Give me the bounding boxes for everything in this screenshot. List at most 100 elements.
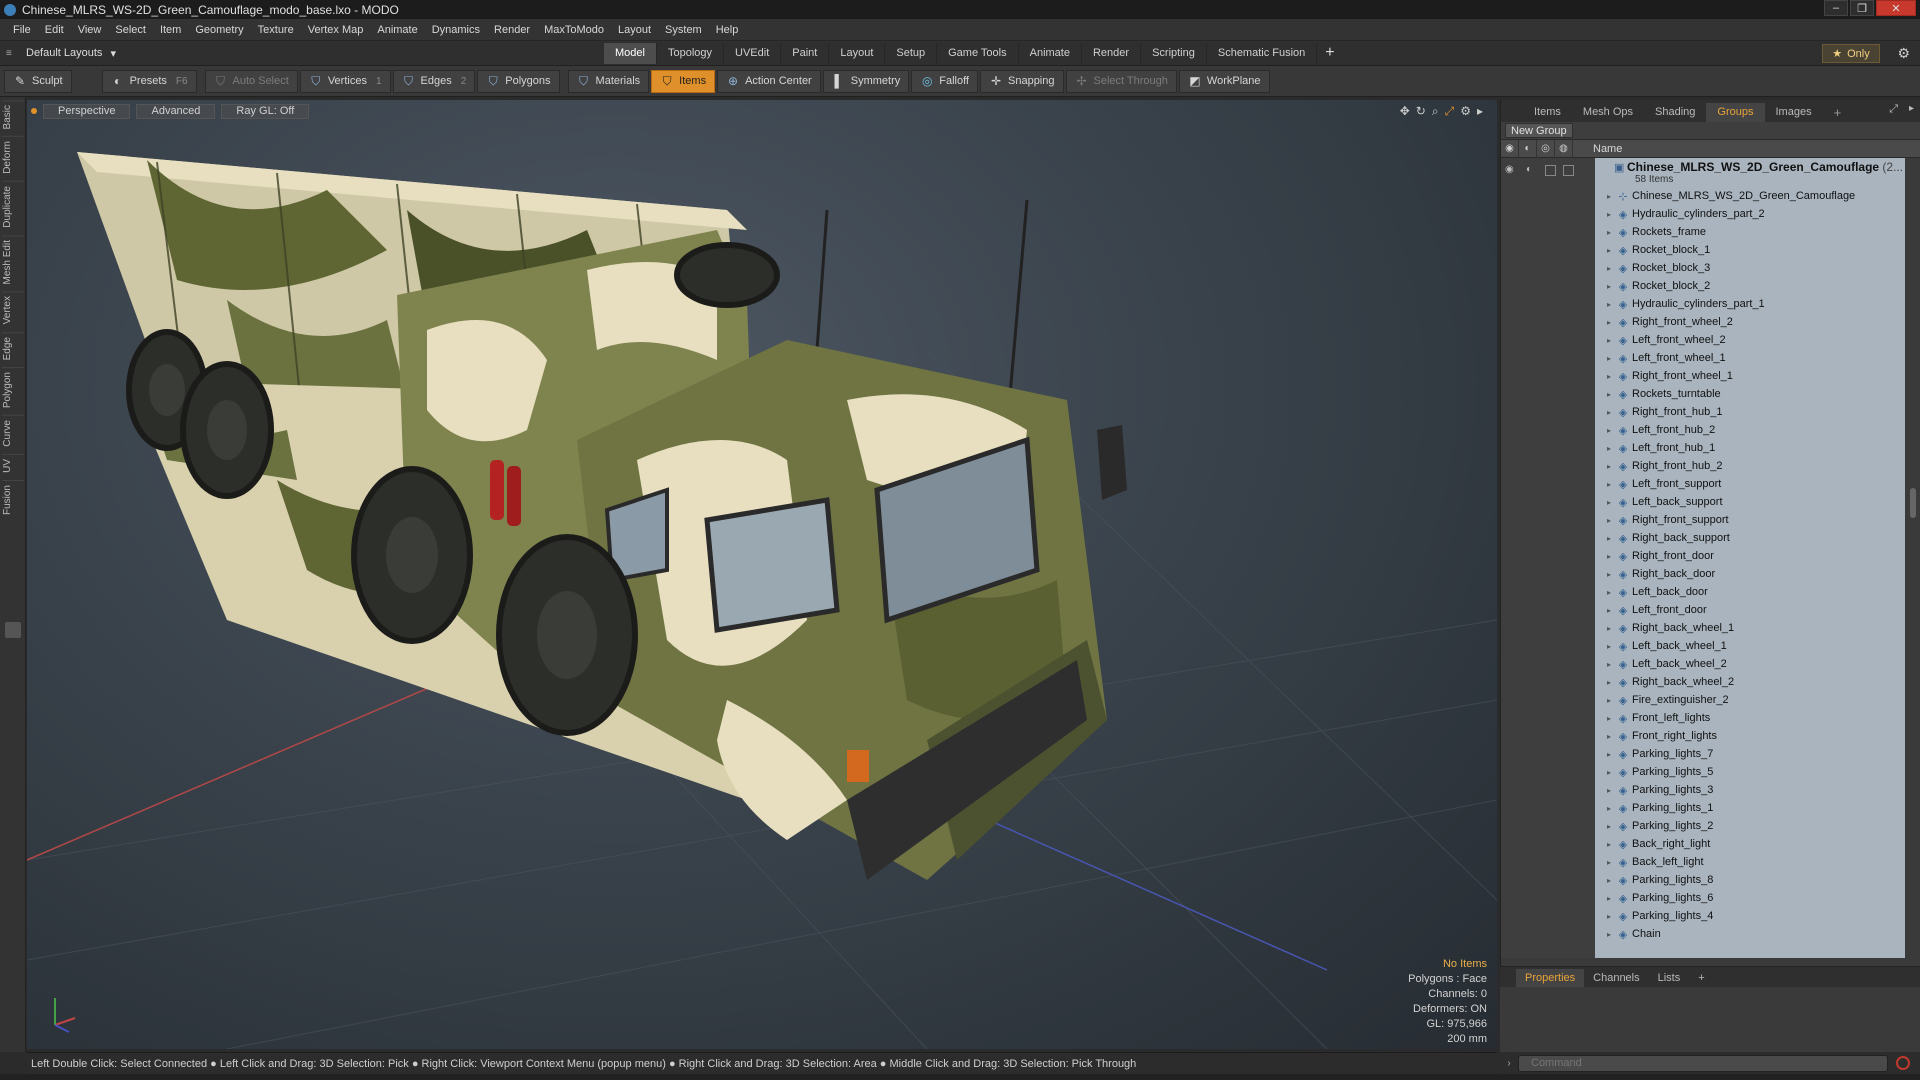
tab-setup[interactable]: Setup (885, 43, 938, 64)
expand-arrow-icon[interactable]: ▸ (1601, 930, 1617, 939)
menu-animate[interactable]: Animate (370, 24, 424, 36)
list-item[interactable]: ▸ ◈ Front_left_lights (1595, 709, 1905, 727)
menu-file[interactable]: File (6, 24, 38, 36)
items-button[interactable]: ⛉ Items (651, 69, 716, 93)
maximize-button[interactable]: ❐ (1850, 0, 1874, 16)
list-item[interactable]: ▸ ◈ Parking_lights_1 (1595, 799, 1905, 817)
group-row[interactable]: ◉ ◐ ▣ Chinese_MLRS_WS_2D_Green_Camouflag… (1501, 158, 1905, 187)
tab-model[interactable]: Model (604, 43, 657, 64)
tab-render[interactable]: Render (1082, 43, 1142, 64)
tab-schematic-fusion[interactable]: Schematic Fusion (1207, 43, 1318, 64)
expand-arrow-icon[interactable]: ▸ (1601, 246, 1617, 255)
expand-arrow-icon[interactable]: ▸ (1601, 624, 1617, 633)
visibility-header-icon[interactable]: ◉ (1501, 139, 1519, 158)
tab-images[interactable]: Images (1765, 103, 1823, 122)
vtab-uv[interactable]: UV (2, 453, 24, 477)
list-item[interactable]: ▸ ◈ Left_back_wheel_2 (1595, 655, 1905, 673)
add-properties-tab-button[interactable]: + (1689, 969, 1713, 987)
list-item[interactable]: ▸ ◈ Rocket_block_2 (1595, 277, 1905, 295)
vtab-duplicate[interactable]: Duplicate (2, 181, 24, 232)
command-history-icon[interactable]: › (1500, 1058, 1518, 1069)
fit-icon[interactable]: ⤢ (1445, 104, 1455, 119)
list-item[interactable]: ▸ ◈ Parking_lights_8 (1595, 871, 1905, 889)
list-item[interactable]: ▸ ◈ Left_back_door (1595, 583, 1905, 601)
zoom-icon[interactable]: ⌕ (1432, 104, 1439, 119)
raygl-toggle[interactable]: Ray GL: Off (221, 103, 310, 119)
workplane-button[interactable]: ◩ WorkPlane (1178, 69, 1270, 93)
menu-render[interactable]: Render (487, 24, 537, 36)
minimize-button[interactable]: – (1824, 0, 1848, 16)
list-item[interactable]: ▸ ◈ Right_front_door (1595, 547, 1905, 565)
shading-dropdown[interactable]: Advanced (136, 103, 216, 119)
vtab-deform[interactable]: Deform (2, 136, 24, 179)
render-header-icon[interactable]: ◐ (1519, 139, 1537, 158)
list-item[interactable]: ▸ ◈ Parking_lights_5 (1595, 763, 1905, 781)
tab-lists[interactable]: Lists (1649, 969, 1690, 987)
expand-arrow-icon[interactable]: ▸ (1601, 408, 1617, 417)
expand-arrow-icon[interactable]: ▸ (1601, 354, 1617, 363)
tab-scripting[interactable]: Scripting (1141, 43, 1207, 64)
tab-game-tools[interactable]: Game Tools (937, 43, 1019, 64)
list-item[interactable]: ▸ ◈ Parking_lights_6 (1595, 889, 1905, 907)
command-input[interactable] (1518, 1054, 1888, 1072)
vtab-edge[interactable]: Edge (2, 331, 24, 365)
menu-select[interactable]: Select (108, 24, 153, 36)
list-item[interactable]: ▸ ◈ Left_front_wheel_1 (1595, 349, 1905, 367)
list-item[interactable]: ▸ ◈ Left_front_hub_2 (1595, 421, 1905, 439)
expand-arrow-icon[interactable]: ▸ (1601, 804, 1617, 813)
vtab-curve[interactable]: Curve (2, 415, 24, 451)
expand-arrow-icon[interactable]: ▸ (1601, 372, 1617, 381)
expand-arrow-icon[interactable]: ▸ (1601, 876, 1617, 885)
eye-icon[interactable]: ◉ (1505, 164, 1519, 176)
tab-uvedit[interactable]: UVEdit (724, 43, 782, 64)
list-item[interactable]: ▸ ◈ Rockets_turntable (1595, 385, 1905, 403)
list-item[interactable]: ▸ ◈ Left_front_door (1595, 601, 1905, 619)
polygons-button[interactable]: ⛉ Polygons (477, 69, 560, 93)
3d-viewport[interactable]: Perspective Advanced Ray GL: Off ✥ ↻ ⌕ ⤢… (27, 100, 1497, 1049)
groups-scrollbar[interactable] (1906, 158, 1920, 958)
tab-topology[interactable]: Topology (657, 43, 725, 64)
list-item[interactable]: ▸ ◈ Rocket_block_1 (1595, 241, 1905, 259)
expand-arrow-icon[interactable]: ▸ (1601, 768, 1617, 777)
vtab-fusion[interactable]: Fusion (2, 479, 24, 519)
pan-icon[interactable]: ✥ (1400, 104, 1410, 119)
tab-animate[interactable]: Animate (1019, 43, 1082, 64)
list-item[interactable]: ▸ ◈ Parking_lights_4 (1595, 907, 1905, 925)
list-item[interactable]: ▸ ◈ Right_front_hub_1 (1595, 403, 1905, 421)
list-item[interactable]: ▸ ◈ Right_front_support (1595, 511, 1905, 529)
expand-arrow-icon[interactable]: ▸ (1601, 642, 1617, 651)
menu-layout[interactable]: Layout (611, 24, 658, 36)
expand-arrow-icon[interactable]: ▸ (1601, 858, 1617, 867)
tab-paint[interactable]: Paint (781, 43, 830, 64)
vertices-button[interactable]: ⛉ Vertices 1 (299, 69, 391, 93)
list-item[interactable]: ▸ ◈ Hydraulic_cylinders_part_1 (1595, 295, 1905, 313)
vtab-mesh-edit[interactable]: Mesh Edit (2, 234, 24, 289)
menu-geometry[interactable]: Geometry (188, 24, 250, 36)
list-item[interactable]: ▸ ◈ Right_back_wheel_2 (1595, 673, 1905, 691)
symmetry-button[interactable]: ▌ Symmetry (822, 69, 910, 93)
expand-arrow-icon[interactable]: ▸ (1601, 588, 1617, 597)
snapping-button[interactable]: ✛ Snapping (980, 69, 1064, 93)
tab-groups[interactable]: Groups (1706, 103, 1765, 122)
list-item[interactable]: ▸ ◈ Right_back_wheel_1 (1595, 619, 1905, 637)
add-panel-tab-button[interactable]: + (1823, 103, 1853, 122)
list-item[interactable]: ▸ ◈ Right_back_support (1595, 529, 1905, 547)
vtab-vertex[interactable]: Vertex (2, 291, 24, 329)
vtab-polygon[interactable]: Polygon (2, 367, 24, 413)
lock-checkbox[interactable] (1545, 165, 1556, 176)
expand-arrow-icon[interactable]: ▸ (1601, 894, 1617, 903)
menu-system[interactable]: System (658, 24, 709, 36)
list-item[interactable]: ▸ ◈ Left_back_support (1595, 493, 1905, 511)
expand-arrow-icon[interactable]: ▸ (1601, 840, 1617, 849)
tab-mesh-ops[interactable]: Mesh Ops (1572, 103, 1644, 122)
tab-properties[interactable]: Properties (1516, 969, 1585, 987)
scrollbar-thumb[interactable] (1910, 488, 1916, 518)
expand-arrow-icon[interactable]: ▸ (1601, 570, 1617, 579)
select-through-button[interactable]: ✢ Select Through (1065, 69, 1177, 93)
name-column-header[interactable]: Name (1573, 143, 1622, 155)
new-group-button[interactable]: New Group (1505, 123, 1573, 138)
expand-arrow-icon[interactable]: ▸ (1601, 534, 1617, 543)
menu-maxtomodo[interactable]: MaxToModo (537, 24, 611, 36)
expand-arrow-icon[interactable]: ▸ (1601, 318, 1617, 327)
expand-arrow-icon[interactable]: ▸ (1601, 300, 1617, 309)
